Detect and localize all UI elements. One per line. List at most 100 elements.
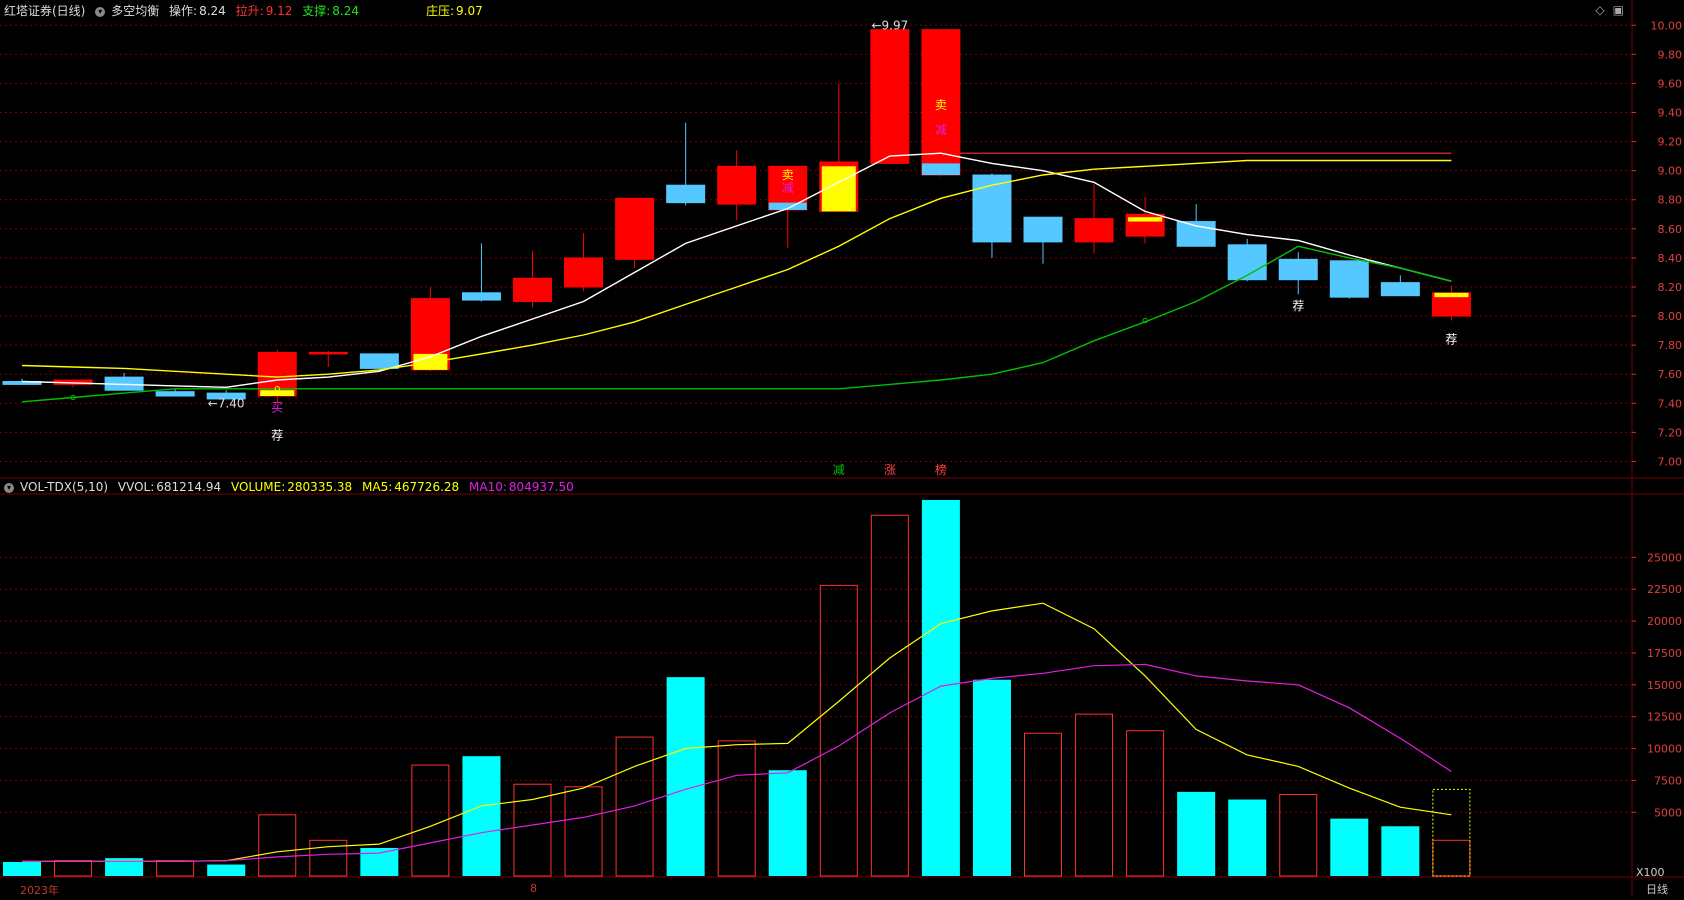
price-tick-label: 8.80: [1658, 194, 1683, 207]
candle: [1278, 252, 1318, 295]
ma5-value: 467726.28: [394, 480, 460, 494]
candle-body: [155, 391, 195, 397]
vol-collapse-icon[interactable]: ▾: [4, 482, 14, 493]
volume-bar: [768, 770, 807, 876]
chart-annotation: 买: [271, 401, 283, 415]
candle: [359, 353, 399, 369]
chart-stage: 7.00 7.20 7.40 7.60 7.80 8.00 8.20 8.40 8.60 8.80…: [0, 0, 1684, 897]
price-tick-label: 7.60: [1658, 368, 1683, 381]
indicator-name[interactable]: 多空均衡: [111, 4, 159, 18]
volume-label: VOLUME:: [230, 480, 286, 494]
diamond-icon[interactable]: ◇: [1595, 3, 1604, 17]
zhuang-label: 庄压:: [426, 4, 455, 18]
candle-body: [1227, 244, 1267, 281]
candle: [308, 350, 348, 367]
volume-bar: [717, 740, 756, 877]
volume-bar: [3, 861, 41, 876]
vol-tick-label: 15000: [1647, 679, 1682, 692]
volume-bar: [1024, 732, 1062, 877]
vvol-value: 681214.94: [156, 480, 222, 494]
window-icon[interactable]: ▣: [1613, 3, 1624, 17]
collapse-icon[interactable]: ▾: [95, 6, 106, 17]
price-tick-label: 10.00: [1651, 19, 1683, 32]
candle-body: [1329, 260, 1369, 298]
volume-bar: [1381, 826, 1420, 876]
chart-annotation: 涨: [884, 462, 896, 477]
candle: [104, 372, 144, 391]
op-label: 操作:: [169, 4, 198, 18]
chart-annotation: ←7.40: [208, 396, 245, 410]
stock-title[interactable]: 红塔证券(日线): [4, 4, 85, 18]
x-label-month: 8: [530, 882, 537, 895]
kline-chart: 7.00 7.20 7.40 7.60 7.80 8.00 8.20 8.40 8.60 8.80…: [0, 0, 1684, 896]
candle: [1074, 183, 1114, 254]
volume-bar: [360, 847, 399, 876]
chart-annotation: 荐: [1445, 332, 1457, 346]
candle-body: [359, 353, 399, 369]
candle-body: [1023, 216, 1063, 243]
chart-annotation: 荐: [1292, 299, 1304, 313]
chart-annotation: 榜: [935, 462, 947, 477]
volume-bar-estimate: [1432, 788, 1471, 877]
volume-bar: [54, 860, 93, 877]
zhuang-value: 9.07: [456, 4, 483, 18]
volume-bar: [972, 679, 1011, 876]
vol-tick-label: 17500: [1647, 647, 1682, 660]
volume-bar: [921, 500, 960, 876]
candle: [1023, 216, 1063, 264]
price-tick-label: 7.20: [1658, 426, 1683, 439]
price-tick-label: 9.00: [1658, 165, 1683, 178]
price-tick-label: 7.80: [1658, 339, 1683, 352]
volume-bar: [513, 783, 552, 877]
candle-body: [615, 197, 655, 260]
vol-tick-label: 25000: [1647, 551, 1682, 564]
price-tick-label: 8.20: [1658, 281, 1683, 294]
candle: [564, 233, 604, 292]
candle-overlay: [921, 163, 960, 176]
vol-header: ▾ VOL-TDX(5,10) VVOL: 681214.94 VOLUME: 280…: [4, 480, 580, 494]
chart-annotation: 减: [833, 463, 845, 477]
candle-highlight: [1128, 217, 1163, 222]
chart-annotation: 荐: [271, 428, 283, 442]
candle: [1431, 285, 1471, 321]
vol-tick-label: 10000: [1647, 743, 1682, 756]
volume-bar: [258, 814, 297, 877]
candle: [666, 122, 706, 206]
support-label: 支撑:: [302, 4, 331, 18]
vol-tick-label: 12500: [1647, 711, 1682, 724]
period-label[interactable]: 日线: [1646, 881, 1668, 897]
candle-body: [870, 29, 910, 164]
main-header: 红塔证券(日线) ▾ 多空均衡 操作: 8.24 拉升: 9.12 支撑: 8.24: [4, 2, 365, 19]
vol-tick-label: 20000: [1647, 615, 1682, 628]
ma5-label: MA5:: [362, 480, 393, 494]
volume-bar: [666, 677, 705, 876]
volume-bar: [1177, 791, 1216, 876]
pull-label: 拉升:: [235, 4, 264, 18]
volume-bar: [1075, 713, 1114, 877]
op-value: 8.24: [199, 4, 226, 18]
vol-tick-label: 22500: [1647, 583, 1682, 596]
price-tick-label: 9.80: [1658, 48, 1683, 61]
scale-label: X100: [1636, 866, 1665, 879]
ma10-label: MA10:: [469, 480, 507, 494]
volume-value: 280335.38: [287, 480, 353, 494]
volume-bar: [1330, 818, 1369, 876]
vol-name[interactable]: VOL-TDX(5,10): [20, 480, 108, 494]
volume-bar: [156, 860, 195, 877]
candle: [1329, 260, 1369, 299]
volume-bar: [870, 514, 909, 877]
price-tick-label: 8.60: [1658, 223, 1683, 236]
candle: [615, 197, 655, 269]
candle-body: [666, 184, 706, 204]
chart-annotation: 卖: [935, 98, 947, 112]
candle-body: [1380, 282, 1420, 297]
candle: [461, 243, 501, 302]
price-tick-label: 9.40: [1658, 107, 1683, 120]
vvol-label: VVOL:: [117, 480, 155, 494]
candle-body: [513, 277, 552, 303]
candle-body: [1278, 258, 1318, 281]
volume-bar: [1432, 839, 1471, 877]
volume-bar: [1279, 793, 1318, 877]
candle-body: [308, 351, 348, 355]
ma10-value: 804937.50: [508, 480, 574, 494]
